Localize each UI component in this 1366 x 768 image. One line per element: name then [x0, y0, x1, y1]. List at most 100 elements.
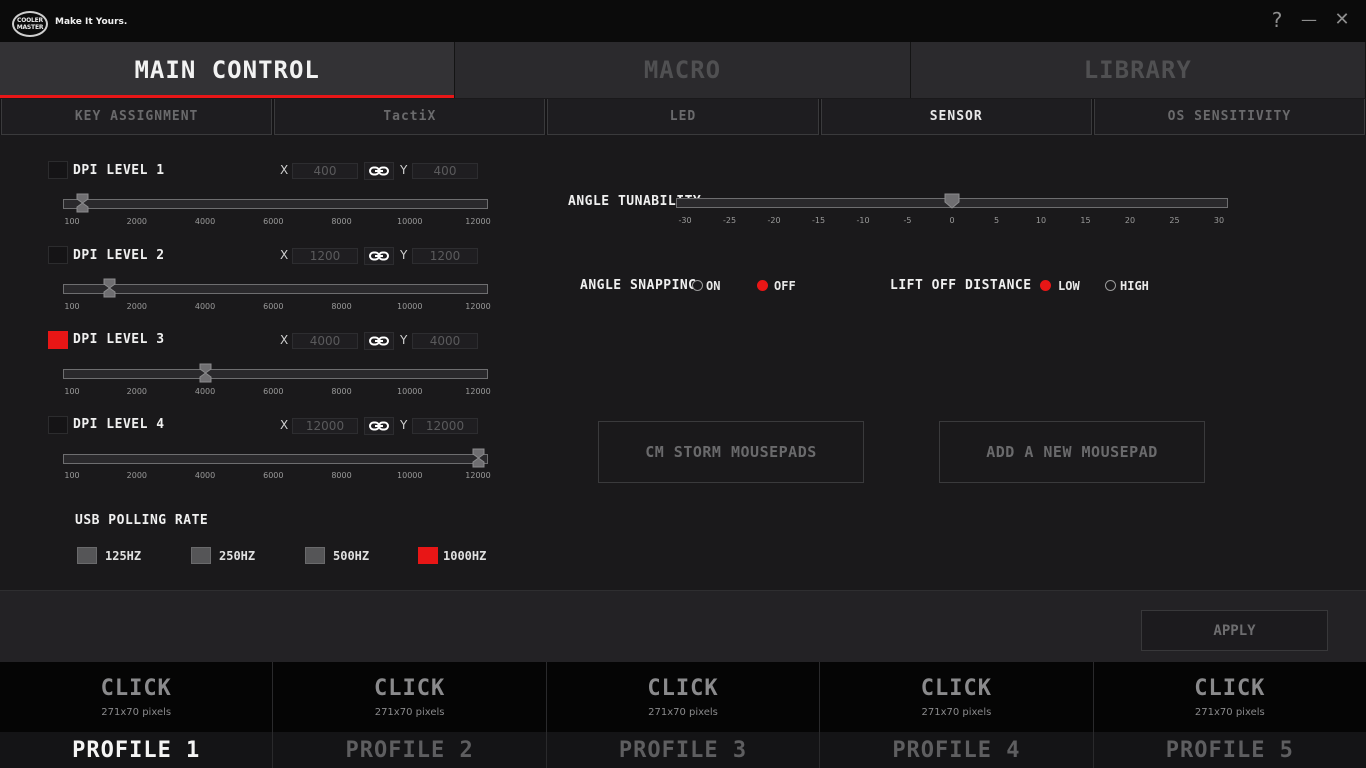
subtab-os-sensitivity[interactable]: OS SENSITIVITY: [1093, 99, 1366, 135]
dpi-tick-label: 6000: [263, 217, 284, 226]
tab-macro[interactable]: MACRO: [455, 42, 911, 98]
dpi-level-1-link-button[interactable]: [364, 162, 394, 180]
usb-500hz-option[interactable]: [305, 547, 325, 564]
dpi-level-3-slider-thumb[interactable]: [199, 363, 212, 383]
dpi-tick-label: 100: [64, 217, 80, 226]
profile-3-image[interactable]: CLICK 271x70 pixels: [546, 662, 820, 732]
dpi-level-1-slider-thumb[interactable]: [76, 193, 89, 213]
subtab-key-assignment[interactable]: KEY ASSIGNMENT: [1, 99, 273, 135]
dpi-level-4-slider[interactable]: [63, 454, 488, 464]
profile-2[interactable]: CLICK 271x70 pixels PROFILE 2: [273, 662, 547, 768]
dpi-tick-label: 2000: [126, 387, 147, 396]
profile-4-image[interactable]: CLICK 271x70 pixels: [820, 662, 1093, 732]
dpi-level-4-slider-thumb[interactable]: [472, 448, 485, 468]
dpi-tick-label: 4000: [194, 217, 216, 226]
profile-3-image-size: 271x70 pixels: [648, 707, 718, 718]
angle-tick-label: -15: [811, 216, 826, 225]
dpi-tick-label: 4000: [194, 471, 216, 480]
dpi-tick-label: 8000: [331, 387, 352, 396]
subtab-led[interactable]: LED: [547, 99, 819, 135]
profile-1[interactable]: CLICK 271x70 pixels PROFILE 1: [0, 662, 274, 768]
profile-1-image-size: 271x70 pixels: [101, 707, 172, 718]
dpi-level-2-checkbox[interactable]: [48, 246, 68, 264]
profile-5-name[interactable]: PROFILE 5: [1093, 732, 1366, 768]
profile-5-image[interactable]: CLICK 271x70 pixels: [1093, 662, 1366, 732]
profile-2-name[interactable]: PROFILE 2: [273, 732, 546, 768]
lift-off-low-radio[interactable]: [1040, 280, 1051, 291]
help-icon[interactable]: ?: [1266, 9, 1288, 31]
dpi-level-2-label: DPI LEVEL 2: [73, 248, 165, 263]
angle-tick-label: -30: [678, 216, 692, 225]
dpi-level-4-checkbox[interactable]: [48, 416, 68, 434]
profile-3[interactable]: CLICK 271x70 pixels PROFILE 3: [546, 662, 821, 768]
profile-5-image-text: CLICK: [1194, 676, 1266, 701]
dpi-level-3-checkbox[interactable]: [48, 331, 68, 349]
angle-snapping-on-radio[interactable]: [692, 280, 703, 291]
dpi-level-4-link-button[interactable]: [364, 417, 394, 435]
dpi-tick-label: 8000: [331, 302, 352, 311]
dpi-tick-label: 10000: [397, 387, 423, 396]
profile-3-name[interactable]: PROFILE 3: [546, 732, 820, 768]
usb-1000hz-option[interactable]: [418, 547, 438, 564]
angle-tick-label: -5: [903, 216, 912, 225]
dpi-level-1-x-input[interactable]: 400: [292, 163, 358, 179]
dpi-level-2-link-button[interactable]: [364, 247, 394, 265]
profile-1-name[interactable]: PROFILE 1: [0, 732, 273, 768]
profile-5[interactable]: CLICK 271x70 pixels PROFILE 5: [1093, 662, 1366, 768]
dpi-level-4-x-input[interactable]: 12000: [292, 418, 358, 434]
dpi-level-2-x-input[interactable]: 1200: [292, 248, 358, 264]
profile-1-image[interactable]: CLICK 271x70 pixels: [0, 662, 273, 732]
minimize-icon[interactable]: —: [1298, 9, 1320, 31]
lift-off-high-label: HIGH: [1120, 279, 1149, 293]
lift-off-distance-label: LIFT OFF DISTANCE: [890, 278, 1032, 293]
close-icon[interactable]: ✕: [1331, 9, 1353, 31]
profile-4-image-size: 271x70 pixels: [921, 707, 992, 718]
angle-tick-label: 25: [1169, 216, 1180, 225]
apply-button[interactable]: APPLY: [1141, 610, 1328, 651]
cm-storm-mousepads-button[interactable]: CM STORM MOUSEPADS: [598, 421, 864, 483]
angle-snapping-label: ANGLE SNAPPING: [580, 278, 697, 293]
dpi-level-2-y-input[interactable]: 1200: [412, 248, 478, 264]
profile-4-image-text: CLICK: [920, 676, 993, 701]
dpi-level-3-x-input[interactable]: 4000: [292, 333, 358, 349]
dpi-level-1-checkbox[interactable]: [48, 161, 68, 179]
tab-main-control[interactable]: MAIN CONTROL: [0, 42, 456, 98]
subtab-tactix[interactable]: TactiX: [274, 99, 546, 135]
profile-2-image-text: CLICK: [373, 676, 446, 701]
profile-4-name[interactable]: PROFILE 4: [820, 732, 1093, 768]
dpi-level-2-slider-thumb[interactable]: [103, 278, 116, 298]
profile-2-image[interactable]: CLICK 271x70 pixels: [273, 662, 546, 732]
logo-line1: COOLER: [17, 17, 43, 24]
tab-library[interactable]: LIBRARY: [910, 42, 1366, 98]
dpi-level-1-slider[interactable]: [63, 199, 488, 209]
usb-250hz-option[interactable]: [191, 547, 211, 564]
dpi-tick-label: 6000: [263, 302, 284, 311]
angle-snapping-on-label: ON: [706, 279, 721, 293]
lift-off-high-radio[interactable]: [1105, 280, 1116, 291]
usb-500hz-label: 500HZ: [333, 549, 370, 563]
dpi-tick-label: 10000: [397, 302, 423, 311]
profiles-bar: CLICK 271x70 pixels PROFILE 1 CLICK 271x…: [0, 662, 1366, 768]
profile-4[interactable]: CLICK 271x70 pixels PROFILE 4: [820, 662, 1094, 768]
dpi-level-2-slider[interactable]: [63, 284, 488, 294]
link-icon: [369, 251, 389, 261]
subtab-sensor[interactable]: SENSOR: [820, 99, 1092, 135]
angle-tick-label: 10: [1035, 216, 1047, 225]
link-icon: [369, 421, 389, 431]
angle-tick-label: 0: [949, 216, 955, 225]
angle-snapping-off-radio[interactable]: [757, 280, 768, 291]
usb-125hz-option[interactable]: [77, 547, 97, 564]
sensor-panel: DPI LEVEL 1 X 400 Y 400 DPI LEVEL 2 X 12…: [0, 136, 1366, 590]
dpi-level-3-y-input[interactable]: 4000: [412, 333, 478, 349]
dpi-tick-label: 10000: [397, 471, 423, 480]
dpi-level-4-label: DPI LEVEL 4: [73, 417, 165, 432]
dpi-level-1-y-input[interactable]: 400: [412, 163, 478, 179]
dpi-level-3-slider[interactable]: [63, 369, 488, 379]
dpi-level-4-y-input[interactable]: 12000: [412, 418, 478, 434]
dpi-tick-label: 12000: [465, 302, 491, 311]
angle-tunability-slider-thumb[interactable]: [944, 193, 960, 213]
dpi-level-3-link-button[interactable]: [364, 332, 394, 350]
add-new-mousepad-button[interactable]: ADD A NEW MOUSEPAD: [939, 421, 1205, 483]
dpi-level-1-x-label: X: [280, 163, 289, 177]
dpi-tick-label: 8000: [331, 471, 352, 480]
